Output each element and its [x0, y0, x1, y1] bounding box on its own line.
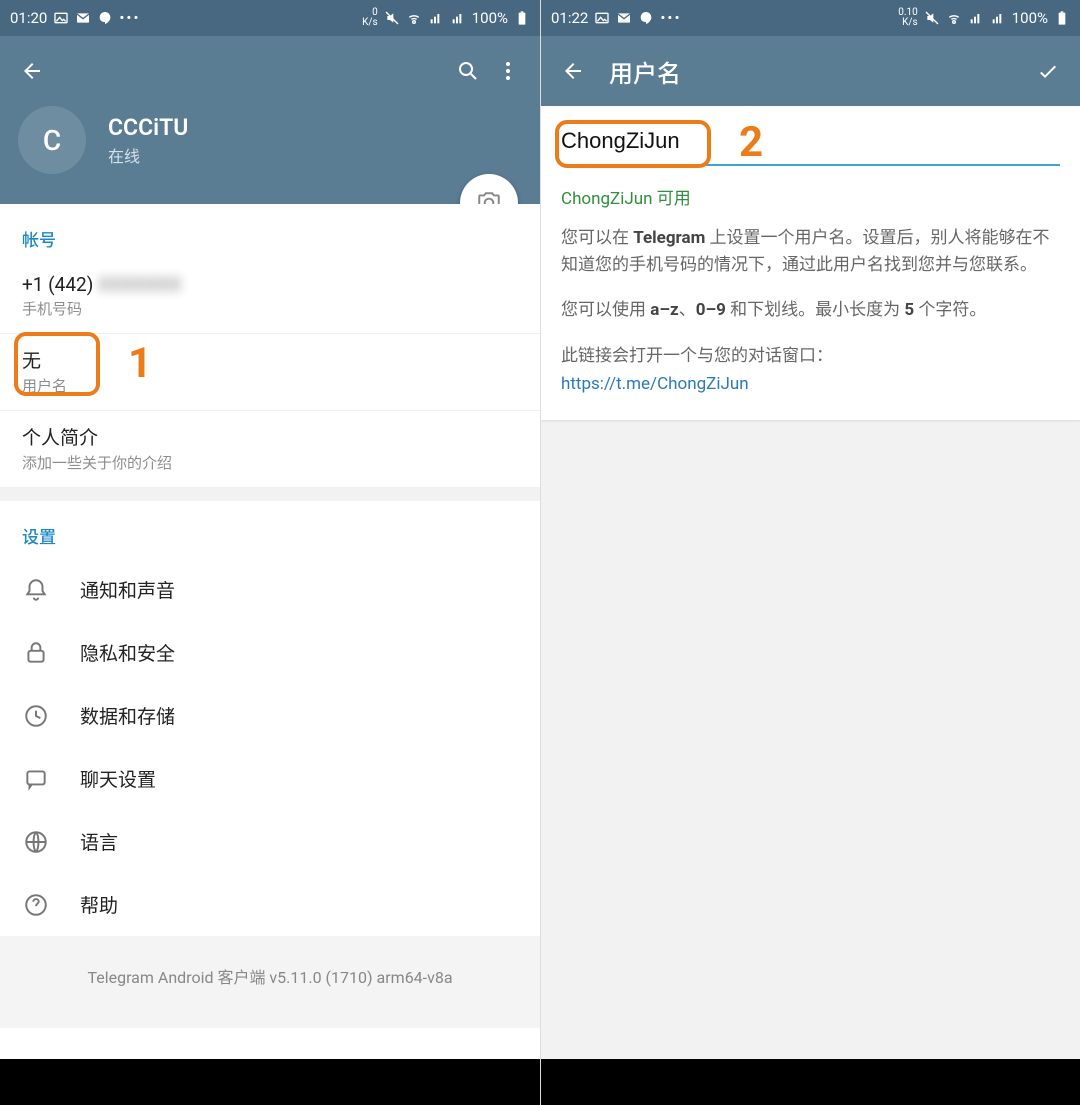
- back-button[interactable]: [553, 51, 593, 91]
- mail-icon: [75, 10, 91, 26]
- phone-label: 手机号码: [22, 298, 518, 319]
- mute-icon: [384, 10, 400, 26]
- wifi-icon: [406, 10, 422, 26]
- nav-bar: [0, 1059, 540, 1105]
- signal2-icon: [450, 10, 466, 26]
- username-input-wrap[interactable]: [561, 128, 1060, 166]
- status-time: 01:22: [551, 9, 588, 27]
- hangouts-icon: [97, 10, 113, 26]
- settings-row-globe[interactable]: 语言: [0, 810, 540, 873]
- settings-row-bell[interactable]: 通知和声音: [0, 558, 540, 621]
- search-button[interactable]: [448, 51, 488, 91]
- status-bar: 01:22 ••• 0.10 K/s 100%: [541, 0, 1080, 36]
- app-bar: C CCCiTU 在线: [0, 36, 540, 204]
- bio-title: 个人简介: [22, 423, 518, 450]
- username-link[interactable]: https://t.me/ChongZiJun: [561, 374, 1060, 394]
- username-input[interactable]: [561, 128, 1060, 154]
- signal-icon: [428, 10, 444, 26]
- bio-hint: 添加一些关于你的介绍: [22, 452, 518, 473]
- settings-label: 聊天设置: [80, 765, 156, 792]
- desc-2: 您可以使用 a–z、0–9 和下划线。最小长度为 5 个字符。: [561, 297, 1060, 324]
- signal-icon: [968, 10, 984, 26]
- signal2-icon: [990, 10, 1006, 26]
- phone-prefix: +1 (442): [22, 273, 98, 296]
- content: ChongZiJun 可用 您可以在 Telegram 上设置一个用户名。设置后…: [541, 106, 1080, 1059]
- bio-row[interactable]: 个人简介 添加一些关于你的介绍: [0, 411, 540, 487]
- net-speed: 0.10 K/s: [898, 8, 918, 28]
- username-value: 无: [22, 346, 518, 373]
- settings-row-chat[interactable]: 聊天设置: [0, 747, 540, 810]
- battery-icon: [514, 10, 530, 26]
- picture-icon: [594, 10, 610, 26]
- avatar[interactable]: C: [18, 106, 86, 174]
- chat-icon: [22, 766, 50, 792]
- settings-label: 语言: [80, 828, 118, 855]
- battery-text: 100%: [472, 9, 508, 27]
- settings-row-help[interactable]: 帮助: [0, 873, 540, 936]
- settings-label: 通知和声音: [80, 576, 175, 603]
- desc-1: 您可以在 Telegram 上设置一个用户名。设置后，别人将能够在不知道您的手机…: [561, 225, 1060, 279]
- settings-label: 隐私和安全: [80, 639, 175, 666]
- battery-icon: [1054, 10, 1070, 26]
- more-dots-icon: •••: [660, 9, 681, 27]
- more-dots-icon: •••: [119, 9, 140, 27]
- version-text: Telegram Android 客户端 v5.11.0 (1710) arm6…: [0, 936, 540, 1028]
- section-settings: 设置: [0, 501, 540, 558]
- settings-label: 帮助: [80, 891, 118, 918]
- status-time: 01:20: [10, 9, 47, 27]
- divider: [0, 487, 540, 501]
- back-button[interactable]: [12, 51, 52, 91]
- more-button[interactable]: [488, 51, 528, 91]
- hangouts-icon: [638, 10, 654, 26]
- clock-icon: [22, 703, 50, 729]
- left-phone: 01:20 ••• 0 K/s 100%: [0, 0, 540, 1105]
- lock-icon: [22, 640, 50, 666]
- net-speed: 0 K/s: [362, 8, 378, 28]
- screen-title: 用户名: [609, 54, 681, 89]
- settings-label: 数据和存储: [80, 702, 175, 729]
- battery-text: 100%: [1012, 9, 1048, 27]
- phone-row[interactable]: +1 (442) XXXXXXX 手机号码: [0, 261, 540, 334]
- settings-row-clock[interactable]: 数据和存储: [0, 684, 540, 747]
- profile-name: CCCiTU: [108, 114, 188, 141]
- right-phone: 01:22 ••• 0.10 K/s 100% 用户名: [540, 0, 1080, 1105]
- mail-icon: [616, 10, 632, 26]
- settings-row-lock[interactable]: 隐私和安全: [0, 621, 540, 684]
- username-available: ChongZiJun 可用: [561, 184, 1060, 209]
- username-card: ChongZiJun 可用 您可以在 Telegram 上设置一个用户名。设置后…: [541, 106, 1080, 420]
- desc-3: 此链接会打开一个与您的对话窗口：: [561, 343, 1060, 370]
- nav-bar: [541, 1059, 1080, 1105]
- wifi-icon: [946, 10, 962, 26]
- globe-icon: [22, 829, 50, 855]
- help-icon: [22, 892, 50, 918]
- section-account: 帐号: [0, 204, 540, 261]
- app-bar: 用户名: [541, 36, 1080, 106]
- content: 帐号 +1 (442) XXXXXXX 手机号码 无 用户名 个人简介 添加一些…: [0, 204, 540, 1059]
- username-label: 用户名: [22, 375, 518, 396]
- profile-status: 在线: [108, 143, 188, 167]
- username-row[interactable]: 无 用户名: [0, 334, 540, 411]
- picture-icon: [53, 10, 69, 26]
- confirm-button[interactable]: [1028, 51, 1068, 91]
- phone-rest: XXXXXXX: [98, 273, 181, 296]
- mute-icon: [924, 10, 940, 26]
- bell-icon: [22, 577, 50, 603]
- status-bar: 01:20 ••• 0 K/s 100%: [0, 0, 540, 36]
